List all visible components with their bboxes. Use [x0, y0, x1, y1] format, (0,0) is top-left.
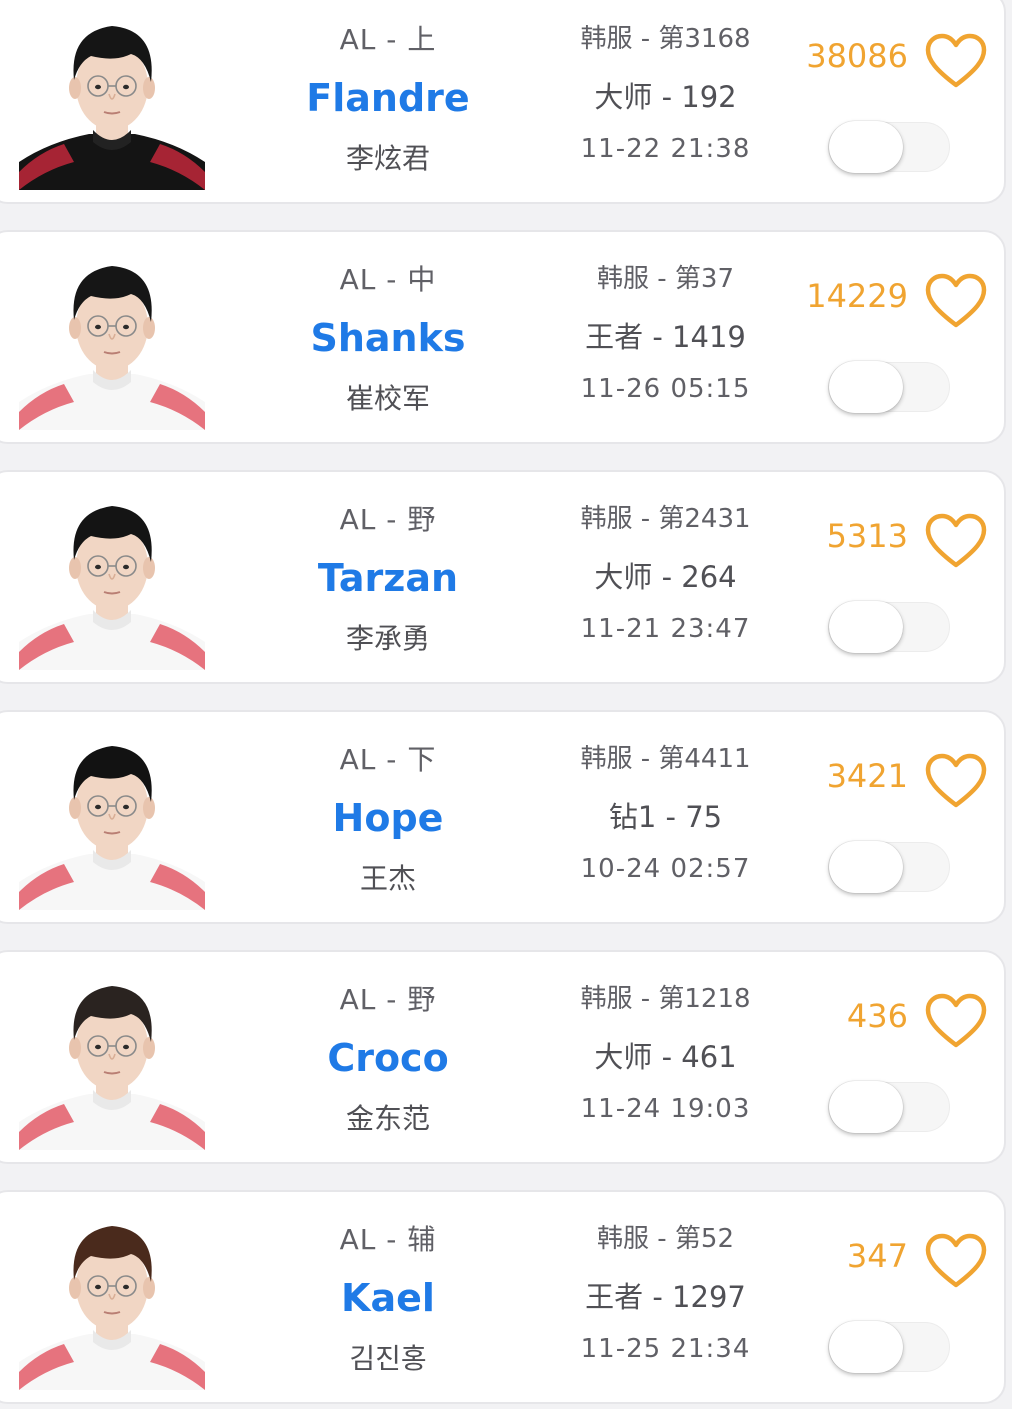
server-rank: 韩服 - 第37: [597, 264, 734, 294]
player-real-name: 崔校军: [345, 382, 430, 415]
toggle-knob: [829, 1321, 903, 1373]
player-real-name: 李炫君: [345, 142, 430, 175]
toggle-knob: [829, 1081, 903, 1133]
team-position: AL - 中: [339, 263, 437, 296]
player-portrait: [19, 722, 205, 910]
server-rank: 韩服 - 第2431: [580, 504, 751, 534]
subscribe-toggle[interactable]: [828, 121, 950, 173]
tier-points: 大师 - 264: [594, 560, 737, 594]
server-rank: 韩服 - 第4411: [580, 744, 751, 774]
team-position: AL - 上: [339, 23, 437, 56]
player-real-name: 王杰: [359, 862, 416, 895]
player-portrait: [19, 2, 205, 190]
toggle-knob: [829, 121, 903, 173]
last-update-time: 11-25 21:34: [580, 1334, 751, 1364]
player-id[interactable]: Kael: [268, 1276, 508, 1320]
heart-icon[interactable]: [924, 1232, 988, 1290]
server-rank: 韩服 - 第3168: [580, 24, 751, 54]
player-id[interactable]: Flandre: [268, 76, 508, 120]
subscribe-toggle[interactable]: [828, 1081, 950, 1133]
heart-icon[interactable]: [924, 992, 988, 1050]
player-card-croco[interactable]: AL - 野 Croco 金东范 韩服 - 第1218 大师 - 461 11-…: [0, 950, 1006, 1164]
last-update-time: 11-24 19:03: [580, 1094, 751, 1124]
tier-points: 大师 - 192: [594, 80, 737, 114]
player-card-flandre[interactable]: AL - 上 Flandre 李炫君 韩服 - 第3168 大师 - 192 1…: [0, 0, 1006, 204]
team-position: AL - 下: [339, 743, 437, 776]
tier-points: 大师 - 461: [594, 1040, 737, 1074]
player-real-name: 李承勇: [345, 622, 430, 655]
subscribe-toggle[interactable]: [828, 841, 950, 893]
subscribe-toggle[interactable]: [828, 601, 950, 653]
player-portrait: [19, 242, 205, 430]
player-id[interactable]: Hope: [268, 796, 508, 840]
tier-points: 王者 - 1419: [585, 320, 746, 354]
player-card-shanks[interactable]: AL - 中 Shanks 崔校军 韩服 - 第37 王者 - 1419 11-…: [0, 230, 1006, 444]
player-portrait: [19, 962, 205, 1150]
player-avatar: [19, 482, 205, 670]
subscribe-toggle[interactable]: [828, 361, 950, 413]
player-real-name: 김진홍: [349, 1342, 427, 1375]
player-id[interactable]: Tarzan: [268, 556, 508, 600]
player-card-kael[interactable]: AL - 辅 Kael 김진홍 韩服 - 第52 王者 - 1297 11-25…: [0, 1190, 1006, 1404]
player-list: AL - 上 Flandre 李炫君 韩服 - 第3168 大师 - 192 1…: [0, 0, 1012, 1409]
player-portrait: [19, 482, 205, 670]
player-avatar: [19, 722, 205, 910]
toggle-knob: [829, 841, 903, 893]
toggle-knob: [829, 361, 903, 413]
player-real-name: 金东范: [345, 1102, 430, 1135]
player-avatar: [19, 2, 205, 190]
server-rank: 韩服 - 第52: [597, 1224, 734, 1254]
last-update-time: 11-22 21:38: [580, 134, 751, 164]
team-position: AL - 辅: [339, 1223, 437, 1256]
like-count: 3421: [826, 757, 908, 795]
like-count: 38086: [806, 37, 908, 75]
player-avatar: [19, 962, 205, 1150]
team-position: AL - 野: [339, 983, 437, 1016]
last-update-time: 11-26 05:15: [580, 374, 751, 404]
subscribe-toggle[interactable]: [828, 1321, 950, 1373]
heart-icon[interactable]: [924, 32, 988, 90]
tier-points: 钻1 - 75: [608, 800, 723, 834]
player-card-hope[interactable]: AL - 下 Hope 王杰 韩服 - 第4411 钻1 - 75 10-24 …: [0, 710, 1006, 924]
player-id[interactable]: Shanks: [268, 316, 508, 360]
toggle-knob: [829, 601, 903, 653]
player-avatar: [19, 1202, 205, 1390]
heart-icon[interactable]: [924, 512, 988, 570]
player-avatar: [19, 242, 205, 430]
team-position: AL - 野: [339, 503, 437, 536]
player-portrait: [19, 1202, 205, 1390]
last-update-time: 10-24 02:57: [580, 854, 751, 884]
like-count: 5313: [826, 517, 908, 555]
heart-icon[interactable]: [924, 752, 988, 810]
server-rank: 韩服 - 第1218: [580, 984, 751, 1014]
tier-points: 王者 - 1297: [585, 1280, 746, 1314]
like-count: 436: [846, 997, 908, 1035]
last-update-time: 11-21 23:47: [580, 614, 751, 644]
like-count: 347: [846, 1237, 908, 1275]
like-count: 14229: [806, 277, 908, 315]
heart-icon[interactable]: [924, 272, 988, 330]
player-id[interactable]: Croco: [268, 1036, 508, 1080]
player-card-tarzan[interactable]: AL - 野 Tarzan 李承勇 韩服 - 第2431 大师 - 264 11…: [0, 470, 1006, 684]
